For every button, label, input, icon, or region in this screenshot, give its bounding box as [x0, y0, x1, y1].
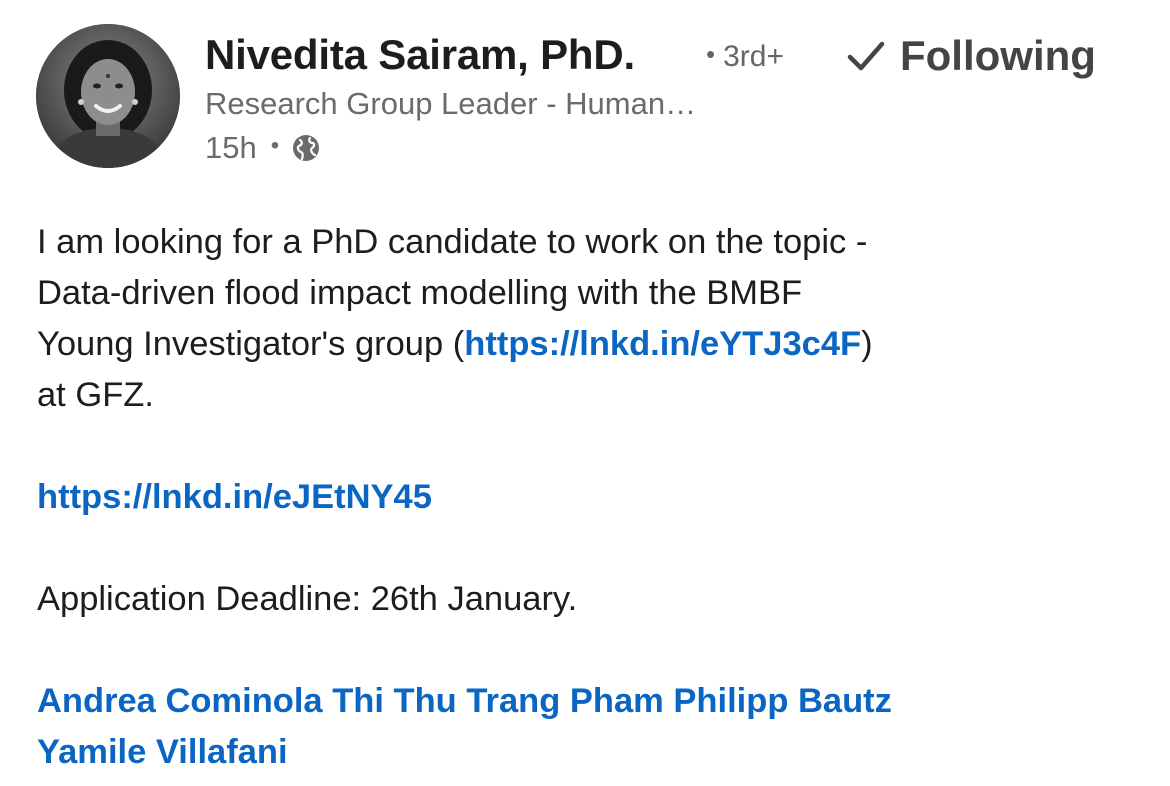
mention-link[interactable]: Yamile Villafani [37, 733, 288, 771]
post-text: I am looking for a PhD candidate to work… [37, 217, 1142, 778]
author-name[interactable]: Nivedita Sairam, PhD. [205, 31, 635, 79]
globe-icon [293, 135, 320, 161]
post-header: Nivedita Sairam, PhD. • 3rd+ Following Re… [0, 0, 1170, 190]
author-headline: Research Group Leader - Human… [205, 86, 697, 121]
avatar[interactable] [36, 24, 180, 168]
following-label: Following [900, 32, 1096, 79]
following-button[interactable]: Following [846, 30, 1096, 82]
post-text-line: Young Investigator's group (https://lnkd… [37, 319, 1142, 370]
mention-link[interactable]: Philipp Bautz [673, 682, 892, 720]
connection-degree: • 3rd+ [706, 39, 784, 74]
post-text-fragment: ) [861, 325, 873, 363]
post-text-line: https://lnkd.in/eJEtNY45 [37, 472, 1142, 523]
checkmark-icon [847, 41, 885, 71]
mention-link[interactable]: Thi Thu Trang Pham [332, 682, 664, 720]
mention-link[interactable]: Andrea Cominola [37, 682, 323, 720]
separator-dot: • [270, 132, 280, 159]
mentions-line: Yamile Villafani [37, 727, 1142, 778]
avatar-image [36, 24, 180, 168]
post-time: 15h [205, 130, 257, 165]
post-meta: 15h • [205, 128, 321, 168]
deadline-text: Application Deadline: 26th January. [37, 580, 578, 618]
post-text-fragment: Young Investigator's group ( [37, 325, 465, 363]
connection-degree-label: 3rd+ [723, 40, 784, 73]
post-text-line: Data-driven flood impact modelling with … [37, 274, 803, 312]
post-text-line: I am looking for a PhD candidate to work… [37, 223, 868, 261]
separator-dot: • [706, 39, 716, 69]
group-link[interactable]: https://lnkd.in/eYTJ3c4F [464, 325, 861, 363]
post-text-line: at GFZ. [37, 376, 154, 414]
mentions-line: Andrea Cominola Thi Thu Trang Pham Phili… [37, 676, 1142, 727]
application-link[interactable]: https://lnkd.in/eJEtNY45 [37, 478, 432, 516]
